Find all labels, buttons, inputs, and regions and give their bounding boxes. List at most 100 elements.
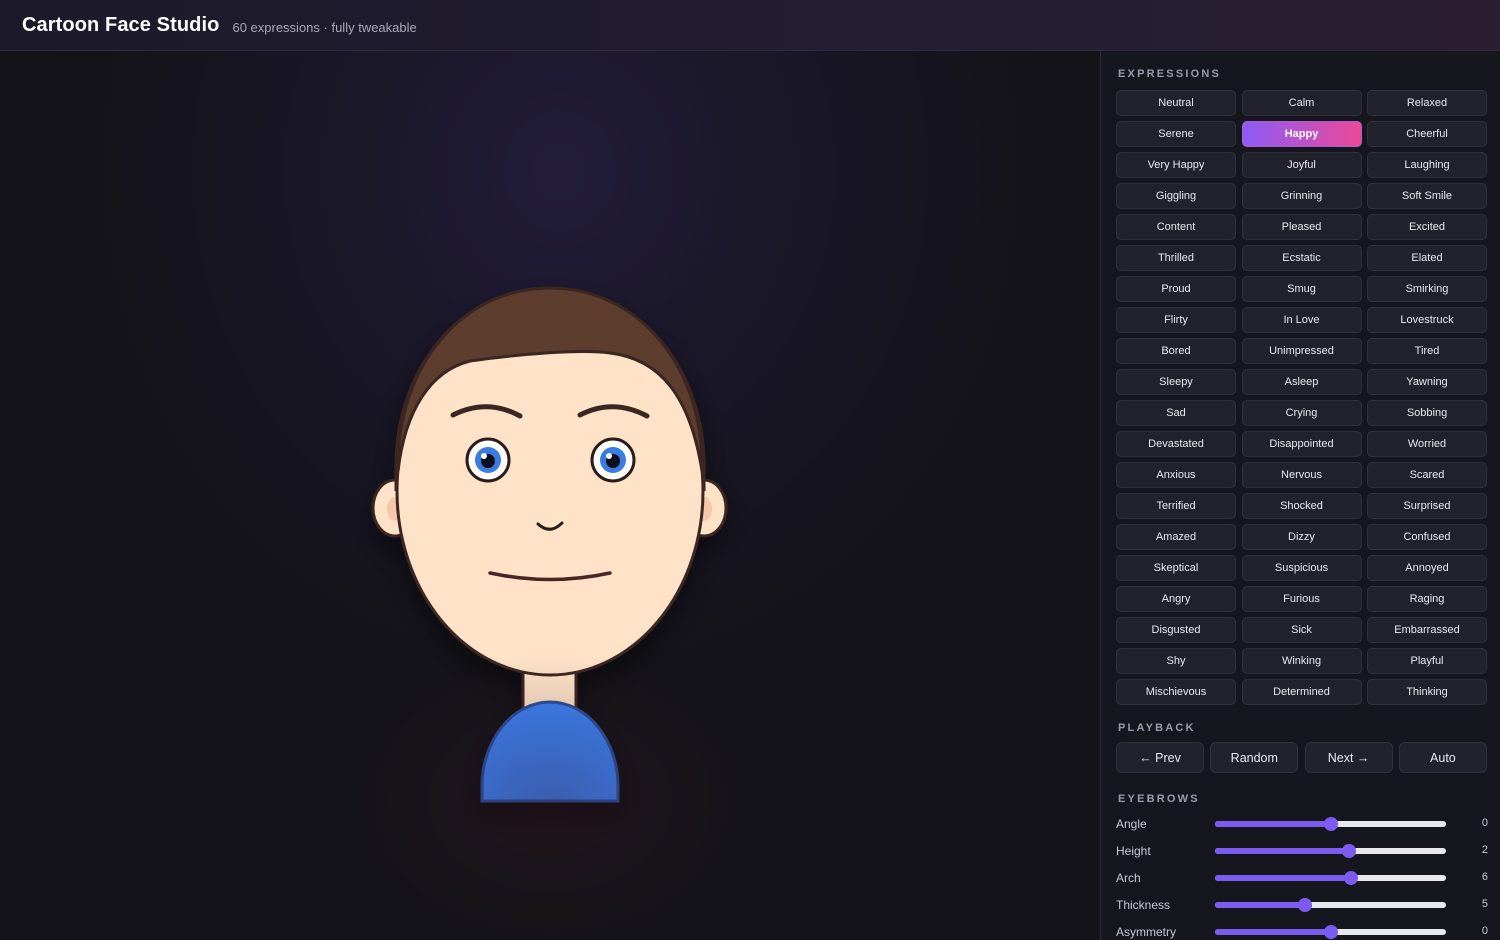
expression-button[interactable]: Worried — [1367, 431, 1487, 457]
slider-fill — [1215, 875, 1352, 881]
expression-button[interactable]: Thrilled — [1116, 245, 1236, 271]
expression-button[interactable]: Proud — [1116, 276, 1236, 302]
expression-button[interactable]: Soft Smile — [1367, 183, 1487, 209]
auto-button[interactable]: Auto — [1398, 742, 1487, 773]
expression-button[interactable]: Asleep — [1241, 369, 1362, 395]
expression-button[interactable]: Excited — [1367, 214, 1487, 240]
expression-button[interactable]: Amazed — [1116, 524, 1236, 550]
app-header: Cartoon Face Studio 60 expressions · ful… — [0, 0, 1500, 51]
expression-button[interactable]: Tired — [1367, 338, 1487, 364]
expression-button[interactable]: Scared — [1367, 462, 1487, 488]
slider-fill — [1215, 929, 1331, 935]
random-button[interactable]: Random — [1210, 742, 1299, 773]
slider-track[interactable] — [1215, 898, 1446, 912]
slider-label: Thickness — [1116, 898, 1171, 912]
slider-label: Height — [1116, 844, 1151, 858]
expression-button[interactable]: Disgusted — [1116, 617, 1236, 643]
expression-button[interactable]: Annoyed — [1367, 555, 1487, 581]
slider-track[interactable] — [1215, 871, 1446, 885]
expression-button[interactable]: Nervous — [1241, 462, 1362, 488]
left-eye-highlight — [481, 453, 487, 459]
slider-value: 0 — [1481, 817, 1488, 829]
slider-track[interactable] — [1215, 817, 1446, 831]
slider-thumb[interactable] — [1298, 898, 1313, 912]
expression-button[interactable]: Sleepy — [1116, 369, 1236, 395]
expression-button[interactable]: Bored — [1116, 338, 1236, 364]
expression-button[interactable]: Angry — [1116, 586, 1236, 612]
slider-fill — [1215, 821, 1331, 827]
expression-button[interactable]: Joyful — [1241, 152, 1362, 178]
expression-button[interactable]: Furious — [1241, 586, 1362, 612]
expression-button[interactable]: Skeptical — [1116, 555, 1236, 581]
slider-label: Arch — [1116, 871, 1141, 885]
expression-button[interactable]: Cheerful — [1367, 121, 1487, 147]
expression-button[interactable]: Smug — [1241, 276, 1362, 302]
prev-button[interactable]: ← Prev — [1116, 742, 1204, 773]
face-canvas — [0, 51, 1100, 940]
expression-button[interactable]: Serene — [1116, 121, 1236, 147]
playback-section-title: PLAYBACK — [1118, 722, 1196, 734]
app-subtitle: 60 expressions · fully tweakable — [232, 19, 417, 35]
expression-button[interactable]: Mischievous — [1116, 679, 1236, 705]
slider-fill — [1215, 902, 1306, 908]
expression-button[interactable]: Content — [1116, 214, 1236, 240]
eyebrows-section-title: EYEBROWS — [1118, 793, 1200, 805]
expression-button[interactable]: Neutral — [1116, 90, 1236, 116]
expression-grid: Neutral Calm Relaxed Serene Happy Cheerful Ver… — [1116, 90, 1487, 705]
expression-button[interactable]: Ecstatic — [1241, 245, 1362, 271]
expression-button[interactable]: Disappointed — [1241, 431, 1362, 457]
slider-thumb[interactable] — [1323, 817, 1338, 831]
control-panel: EXPRESSIONS Neutral Calm Relaxed Serene Happ… — [1100, 51, 1500, 940]
slider-track[interactable] — [1215, 844, 1446, 858]
expression-button[interactable]: Elated — [1367, 245, 1487, 271]
right-eye-highlight — [606, 453, 612, 459]
expression-button[interactable]: Thinking — [1367, 679, 1487, 705]
shirt — [480, 700, 620, 803]
expression-button[interactable]: Pleased — [1241, 214, 1362, 240]
expression-button[interactable]: Calm — [1241, 90, 1362, 116]
expression-button[interactable]: Flirty — [1116, 307, 1236, 333]
expressions-section-title: EXPRESSIONS — [1118, 68, 1222, 80]
expression-button[interactable]: Very Happy — [1116, 152, 1236, 178]
cartoon-face — [371, 286, 728, 803]
expression-button[interactable]: Winking — [1241, 648, 1362, 674]
expression-button[interactable]: Confused — [1367, 524, 1487, 550]
playback-controls: ← Prev Random Next → Auto — [1116, 742, 1487, 773]
slider-thumb[interactable] — [1323, 925, 1338, 939]
expression-button[interactable]: Shy — [1116, 648, 1236, 674]
expression-button[interactable]: Lovestruck — [1367, 307, 1487, 333]
expression-button[interactable]: Embarrassed — [1367, 617, 1487, 643]
expression-button[interactable]: Relaxed — [1367, 90, 1487, 116]
slider-row: Thickness 5 — [1116, 895, 1488, 915]
expression-button[interactable]: Grinning — [1241, 183, 1362, 209]
expression-button[interactable]: Dizzy — [1241, 524, 1362, 550]
expression-button[interactable]: Playful — [1367, 648, 1487, 674]
slider-label: Angle — [1116, 817, 1147, 831]
slider-row: Height 2 — [1116, 841, 1488, 861]
slider-label: Asymmetry — [1116, 925, 1176, 939]
slider-thumb[interactable] — [1344, 871, 1359, 885]
next-button[interactable]: Next → — [1304, 742, 1393, 773]
expression-button[interactable]: Crying — [1241, 400, 1362, 426]
expression-button[interactable]: Laughing — [1367, 152, 1487, 178]
expression-button[interactable]: Smirking — [1367, 276, 1487, 302]
expression-button[interactable]: Anxious — [1116, 462, 1236, 488]
expression-button[interactable]: Suspicious — [1241, 555, 1362, 581]
expression-button[interactable]: Giggling — [1116, 183, 1236, 209]
expression-button[interactable]: Surprised — [1367, 493, 1487, 519]
slider-thumb[interactable] — [1341, 844, 1356, 858]
expression-button[interactable]: Shocked — [1241, 493, 1362, 519]
slider-track[interactable] — [1215, 925, 1446, 939]
expression-button[interactable]: Happy — [1241, 121, 1362, 147]
expression-button[interactable]: Devastated — [1116, 431, 1236, 457]
expression-button[interactable]: Yawning — [1367, 369, 1487, 395]
expression-button[interactable]: Terrified — [1116, 493, 1236, 519]
expression-button[interactable]: Sick — [1241, 617, 1362, 643]
expression-button[interactable]: Determined — [1241, 679, 1362, 705]
expression-button[interactable]: In Love — [1241, 307, 1362, 333]
expression-button[interactable]: Sad — [1116, 400, 1236, 426]
expression-button[interactable]: Raging — [1367, 586, 1487, 612]
expression-button[interactable]: Sobbing — [1367, 400, 1487, 426]
expression-button[interactable]: Unimpressed — [1241, 338, 1362, 364]
slider-row: Angle 0 — [1116, 814, 1488, 834]
